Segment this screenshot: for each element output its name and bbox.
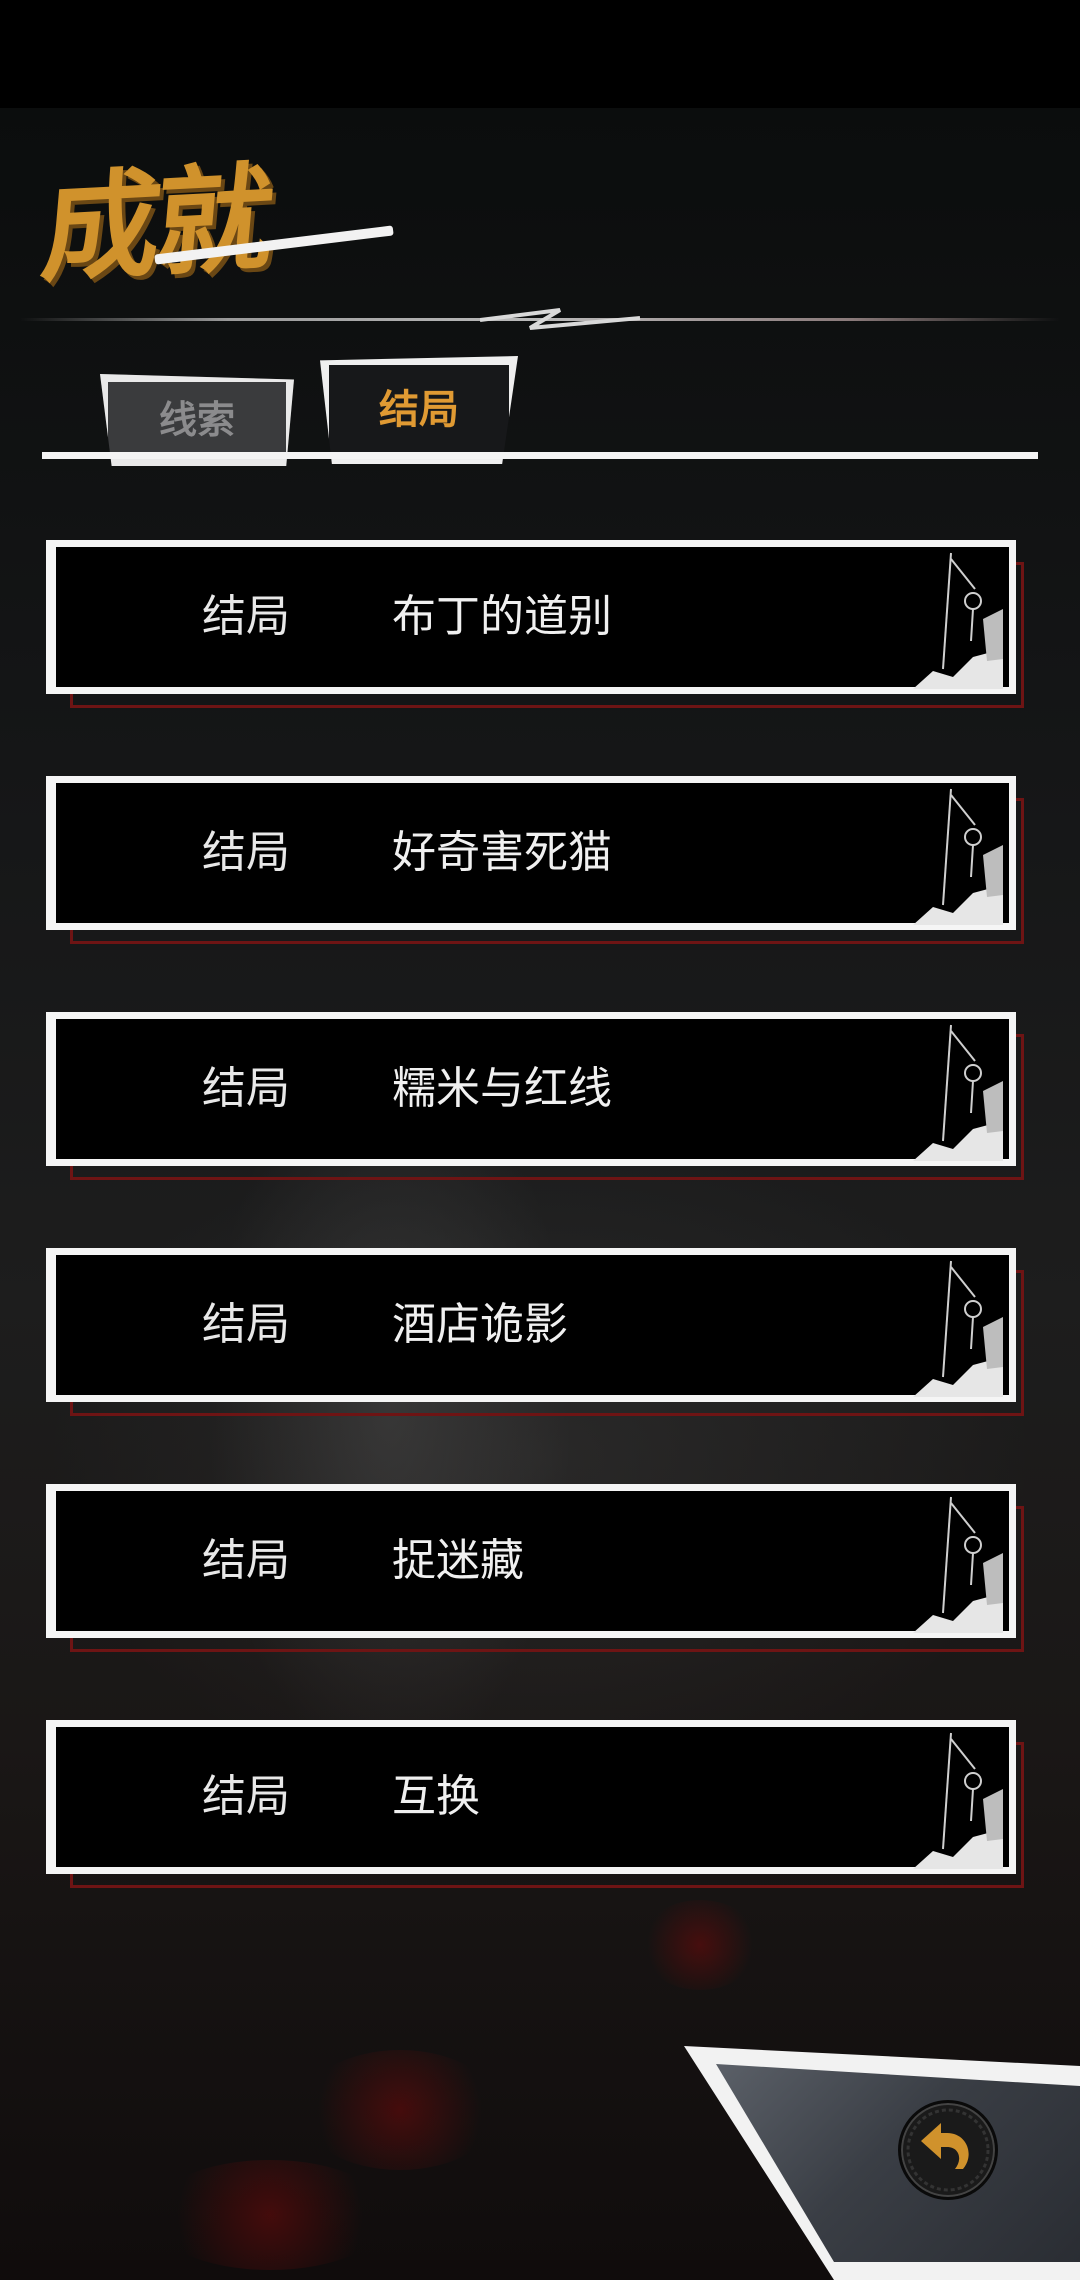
hanging-figure-icon bbox=[913, 1496, 1003, 1633]
blood-splatter bbox=[300, 2050, 500, 2170]
ending-card[interactable]: 结局 布丁的道别 bbox=[46, 540, 1024, 708]
card-body: 结局 糯米与红线 bbox=[46, 1012, 1016, 1166]
hanging-figure-icon bbox=[913, 788, 1003, 925]
ending-label: 结局 bbox=[202, 827, 290, 878]
back-button[interactable] bbox=[898, 2100, 998, 2200]
ending-label: 结局 bbox=[202, 1771, 290, 1822]
hanging-figure-icon bbox=[913, 1024, 1003, 1161]
ending-name: 互换 bbox=[392, 1771, 480, 1822]
ending-card[interactable]: 结局 互换 bbox=[46, 1720, 1024, 1888]
card-body: 结局 酒店诡影 bbox=[46, 1248, 1016, 1402]
card-body: 结局 捉迷藏 bbox=[46, 1484, 1016, 1638]
ending-name: 布丁的道别 bbox=[392, 591, 612, 642]
ending-label: 结局 bbox=[202, 1535, 290, 1586]
tab-endings[interactable]: 结局 bbox=[320, 356, 518, 464]
ending-name: 酒店诡影 bbox=[392, 1299, 568, 1350]
card-body: 结局 好奇害死猫 bbox=[46, 776, 1016, 930]
hanging-figure-icon bbox=[913, 552, 1003, 689]
ending-name: 捉迷藏 bbox=[392, 1535, 524, 1586]
blood-splatter bbox=[150, 2160, 390, 2270]
tab-endings-label: 结局 bbox=[379, 387, 459, 433]
card-body: 结局 布丁的道别 bbox=[46, 540, 1016, 694]
ending-card[interactable]: 结局 酒店诡影 bbox=[46, 1248, 1024, 1416]
tab-clues-label: 线索 bbox=[158, 398, 235, 442]
ending-card[interactable]: 结局 捉迷藏 bbox=[46, 1484, 1024, 1652]
lightning-crack-icon bbox=[480, 308, 641, 330]
ending-card[interactable]: 结局 好奇害死猫 bbox=[46, 776, 1024, 944]
ending-name: 糯米与红线 bbox=[392, 1063, 612, 1114]
page-title: 成就 bbox=[36, 128, 394, 299]
ending-name: 好奇害死猫 bbox=[392, 827, 612, 878]
ending-label: 结局 bbox=[202, 591, 290, 642]
hanging-figure-icon bbox=[913, 1260, 1003, 1397]
hanging-figure-icon bbox=[913, 1732, 1003, 1869]
card-body: 结局 互换 bbox=[46, 1720, 1016, 1874]
ending-label: 结局 bbox=[202, 1063, 290, 1114]
page-title-text: 成就 bbox=[36, 149, 274, 299]
ending-card[interactable]: 结局 糯米与红线 bbox=[46, 1012, 1024, 1180]
ending-label: 结局 bbox=[202, 1299, 290, 1350]
back-arrow-icon bbox=[906, 2108, 990, 2192]
tab-underline bbox=[42, 452, 1038, 459]
status-bar-area bbox=[0, 0, 1080, 108]
blood-splatter bbox=[640, 1900, 760, 1990]
